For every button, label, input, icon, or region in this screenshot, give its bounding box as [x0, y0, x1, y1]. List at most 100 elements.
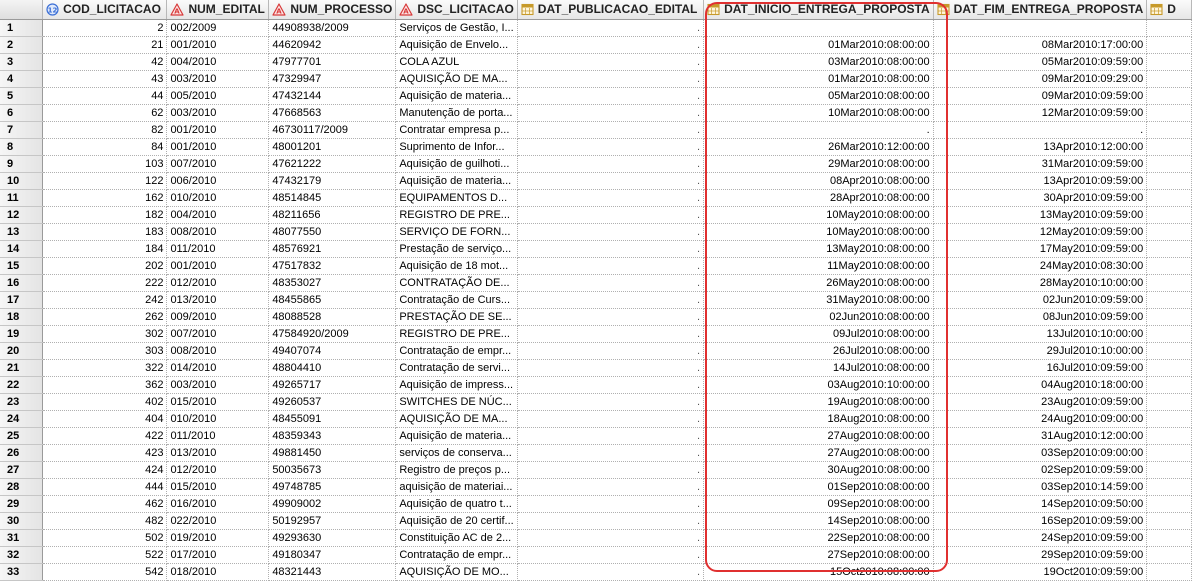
- cell-num-edital[interactable]: 013/2010: [166, 444, 270, 462]
- cell-dat-inicio-entrega-proposta[interactable]: 10May2010:08:00:00: [703, 223, 934, 241]
- cell-dat-fim-entrega-proposta[interactable]: 16Sep2010:09:59:00: [933, 512, 1148, 530]
- cell-dsc-licitacao[interactable]: Aquisição de 20 certif...: [395, 512, 518, 530]
- cell-dat-inicio-entrega-proposta[interactable]: 01Mar2010:08:00:00: [703, 36, 934, 54]
- cell-num-edital[interactable]: 005/2010: [166, 87, 270, 105]
- table-row[interactable]: 8 84 001/2010 48001201 Suprimento de Infor..…: [0, 138, 1192, 156]
- column-header-next[interactable]: D: [1146, 0, 1192, 20]
- cell-dat-fim-entrega-proposta[interactable]: 13Apr2010:09:59:00: [933, 172, 1148, 190]
- cell-dat-fim-entrega-proposta[interactable]: 19Oct2010:09:59:00: [933, 563, 1148, 581]
- column-header-num-edital[interactable]: A NUM_EDITAL: [166, 0, 270, 20]
- cell-dat-inicio-entrega-proposta[interactable]: 02Jun2010:08:00:00: [703, 308, 934, 326]
- cell-dat-inicio-entrega-proposta[interactable]: 03Aug2010:10:00:00: [703, 376, 934, 394]
- cell-next-column[interactable]: [1146, 155, 1192, 173]
- cell-dat-inicio-entrega-proposta[interactable]: 26Jul2010:08:00:00: [703, 342, 934, 360]
- cell-next-column[interactable]: [1146, 427, 1192, 445]
- cell-num-processo[interactable]: 48455091: [268, 410, 397, 428]
- cell-num-processo[interactable]: 44620942: [268, 36, 397, 54]
- cell-num-processo[interactable]: 49260537: [268, 393, 397, 411]
- cell-num-edital[interactable]: 012/2010: [166, 461, 270, 479]
- cell-dsc-licitacao[interactable]: Aquisição de materia...: [395, 172, 518, 190]
- cell-num-processo[interactable]: 47329947: [268, 70, 397, 88]
- cell-dsc-licitacao[interactable]: AQUISIÇÃO DE MA...: [395, 70, 518, 88]
- cell-next-column[interactable]: [1146, 189, 1192, 207]
- cell-next-column[interactable]: [1146, 325, 1192, 343]
- cell-dsc-licitacao[interactable]: Suprimento de Infor...: [395, 138, 518, 156]
- cell-num-processo[interactable]: 49180347: [268, 546, 397, 564]
- cell-num-edital[interactable]: 015/2010: [166, 478, 270, 496]
- cell-dat-publicacao-edital[interactable]: .: [517, 308, 705, 326]
- cell-dat-inicio-entrega-proposta[interactable]: 26Mar2010:12:00:00: [703, 138, 934, 156]
- cell-dat-publicacao-edital[interactable]: .: [517, 376, 705, 394]
- cell-num-processo[interactable]: 49748785: [268, 478, 397, 496]
- cell-num-edital[interactable]: 002/2009: [166, 19, 270, 37]
- column-header-cod-licitacao[interactable]: 12 COD_LICITACAO: [42, 0, 168, 20]
- cell-next-column[interactable]: [1146, 359, 1192, 377]
- cell-dat-fim-entrega-proposta[interactable]: 12May2010:09:59:00: [933, 223, 1148, 241]
- cell-dat-publicacao-edital[interactable]: .: [517, 104, 705, 122]
- cell-dat-publicacao-edital[interactable]: .: [517, 70, 705, 88]
- table-row[interactable]: 18 262 009/2010 48088528 PRESTAÇÃO DE SE....…: [0, 308, 1192, 326]
- cell-dat-inicio-entrega-proposta[interactable]: 01Mar2010:08:00:00: [703, 70, 934, 88]
- row-number[interactable]: 14: [0, 240, 44, 258]
- cell-dat-publicacao-edital[interactable]: .: [517, 172, 705, 190]
- cell-num-edital[interactable]: 001/2010: [166, 121, 270, 139]
- cell-dat-publicacao-edital[interactable]: .: [517, 546, 705, 564]
- cell-dat-fim-entrega-proposta[interactable]: 31Aug2010:12:00:00: [933, 427, 1148, 445]
- cell-dat-fim-entrega-proposta[interactable]: 31Mar2010:09:59:00: [933, 155, 1148, 173]
- row-number[interactable]: 22: [0, 376, 44, 394]
- table-row[interactable]: 29 462 016/2010 49909002 Aquisição de quatro…: [0, 495, 1192, 513]
- cell-dsc-licitacao[interactable]: Contratar empresa p...: [395, 121, 518, 139]
- row-number[interactable]: 9: [0, 155, 44, 173]
- row-number[interactable]: 31: [0, 529, 44, 547]
- cell-next-column[interactable]: [1146, 478, 1192, 496]
- cell-dat-publicacao-edital[interactable]: .: [517, 138, 705, 156]
- cell-dsc-licitacao[interactable]: Serviços de Gestão, I...: [395, 19, 518, 37]
- cell-next-column[interactable]: [1146, 274, 1192, 292]
- cell-dat-publicacao-edital[interactable]: .: [517, 291, 705, 309]
- cell-dat-publicacao-edital[interactable]: .: [517, 495, 705, 513]
- cell-dsc-licitacao[interactable]: COLA AZUL: [395, 53, 518, 71]
- row-number[interactable]: 24: [0, 410, 44, 428]
- cell-dat-fim-entrega-proposta[interactable]: 28May2010:10:00:00: [933, 274, 1148, 292]
- cell-dsc-licitacao[interactable]: Aquisição de materia...: [395, 87, 518, 105]
- row-number[interactable]: 3: [0, 53, 44, 71]
- cell-cod-licitacao[interactable]: 183: [42, 223, 168, 241]
- cell-dat-publicacao-edital[interactable]: .: [517, 444, 705, 462]
- cell-num-edital[interactable]: 013/2010: [166, 291, 270, 309]
- cell-cod-licitacao[interactable]: 222: [42, 274, 168, 292]
- cell-dat-inicio-entrega-proposta[interactable]: 27Aug2010:08:00:00: [703, 444, 934, 462]
- cell-dat-inicio-entrega-proposta[interactable]: 14Sep2010:08:00:00: [703, 512, 934, 530]
- cell-num-edital[interactable]: 009/2010: [166, 308, 270, 326]
- table-row[interactable]: 7 82 001/2010 46730117/2009 Contratar empres…: [0, 121, 1192, 139]
- cell-dat-fim-entrega-proposta[interactable]: 13Apr2010:12:00:00: [933, 138, 1148, 156]
- cell-dat-fim-entrega-proposta[interactable]: 12Mar2010:09:59:00: [933, 104, 1148, 122]
- cell-dat-inicio-entrega-proposta[interactable]: 27Sep2010:08:00:00: [703, 546, 934, 564]
- column-header-num-processo[interactable]: A NUM_PROCESSO: [268, 0, 397, 20]
- table-row[interactable]: 14 184 011/2010 48576921 Prestação de serviç…: [0, 240, 1192, 258]
- cell-next-column[interactable]: [1146, 87, 1192, 105]
- cell-dat-publicacao-edital[interactable]: .: [517, 155, 705, 173]
- cell-cod-licitacao[interactable]: 522: [42, 546, 168, 564]
- cell-cod-licitacao[interactable]: 103: [42, 155, 168, 173]
- cell-num-processo[interactable]: 48077550: [268, 223, 397, 241]
- cell-num-processo[interactable]: 50035673: [268, 461, 397, 479]
- table-row[interactable]: 25 422 011/2010 48359343 Aquisição de materi…: [0, 427, 1192, 445]
- table-row[interactable]: 17 242 013/2010 48455865 Contratação de Curs…: [0, 291, 1192, 309]
- table-row[interactable]: 22 362 003/2010 49265717 Aquisição de impres…: [0, 376, 1192, 394]
- cell-dsc-licitacao[interactable]: REGISTRO DE PRE...: [395, 325, 518, 343]
- cell-num-edital[interactable]: 003/2010: [166, 104, 270, 122]
- cell-cod-licitacao[interactable]: 422: [42, 427, 168, 445]
- cell-dsc-licitacao[interactable]: Registro de preços p...: [395, 461, 518, 479]
- cell-num-edital[interactable]: 006/2010: [166, 172, 270, 190]
- cell-dat-inicio-entrega-proposta[interactable]: 19Aug2010:08:00:00: [703, 393, 934, 411]
- cell-dat-fim-entrega-proposta[interactable]: 03Sep2010:09:00:00: [933, 444, 1148, 462]
- cell-num-edital[interactable]: 014/2010: [166, 359, 270, 377]
- cell-num-edital[interactable]: 010/2010: [166, 410, 270, 428]
- cell-dat-inicio-entrega-proposta[interactable]: 31May2010:08:00:00: [703, 291, 934, 309]
- cell-dsc-licitacao[interactable]: Aquisição de quatro t...: [395, 495, 518, 513]
- table-row[interactable]: 24 404 010/2010 48455091 AQUISIÇÃO DE MA....…: [0, 410, 1192, 428]
- cell-dat-publicacao-edital[interactable]: .: [517, 512, 705, 530]
- cell-next-column[interactable]: [1146, 512, 1192, 530]
- cell-cod-licitacao[interactable]: 482: [42, 512, 168, 530]
- cell-num-processo[interactable]: 49407074: [268, 342, 397, 360]
